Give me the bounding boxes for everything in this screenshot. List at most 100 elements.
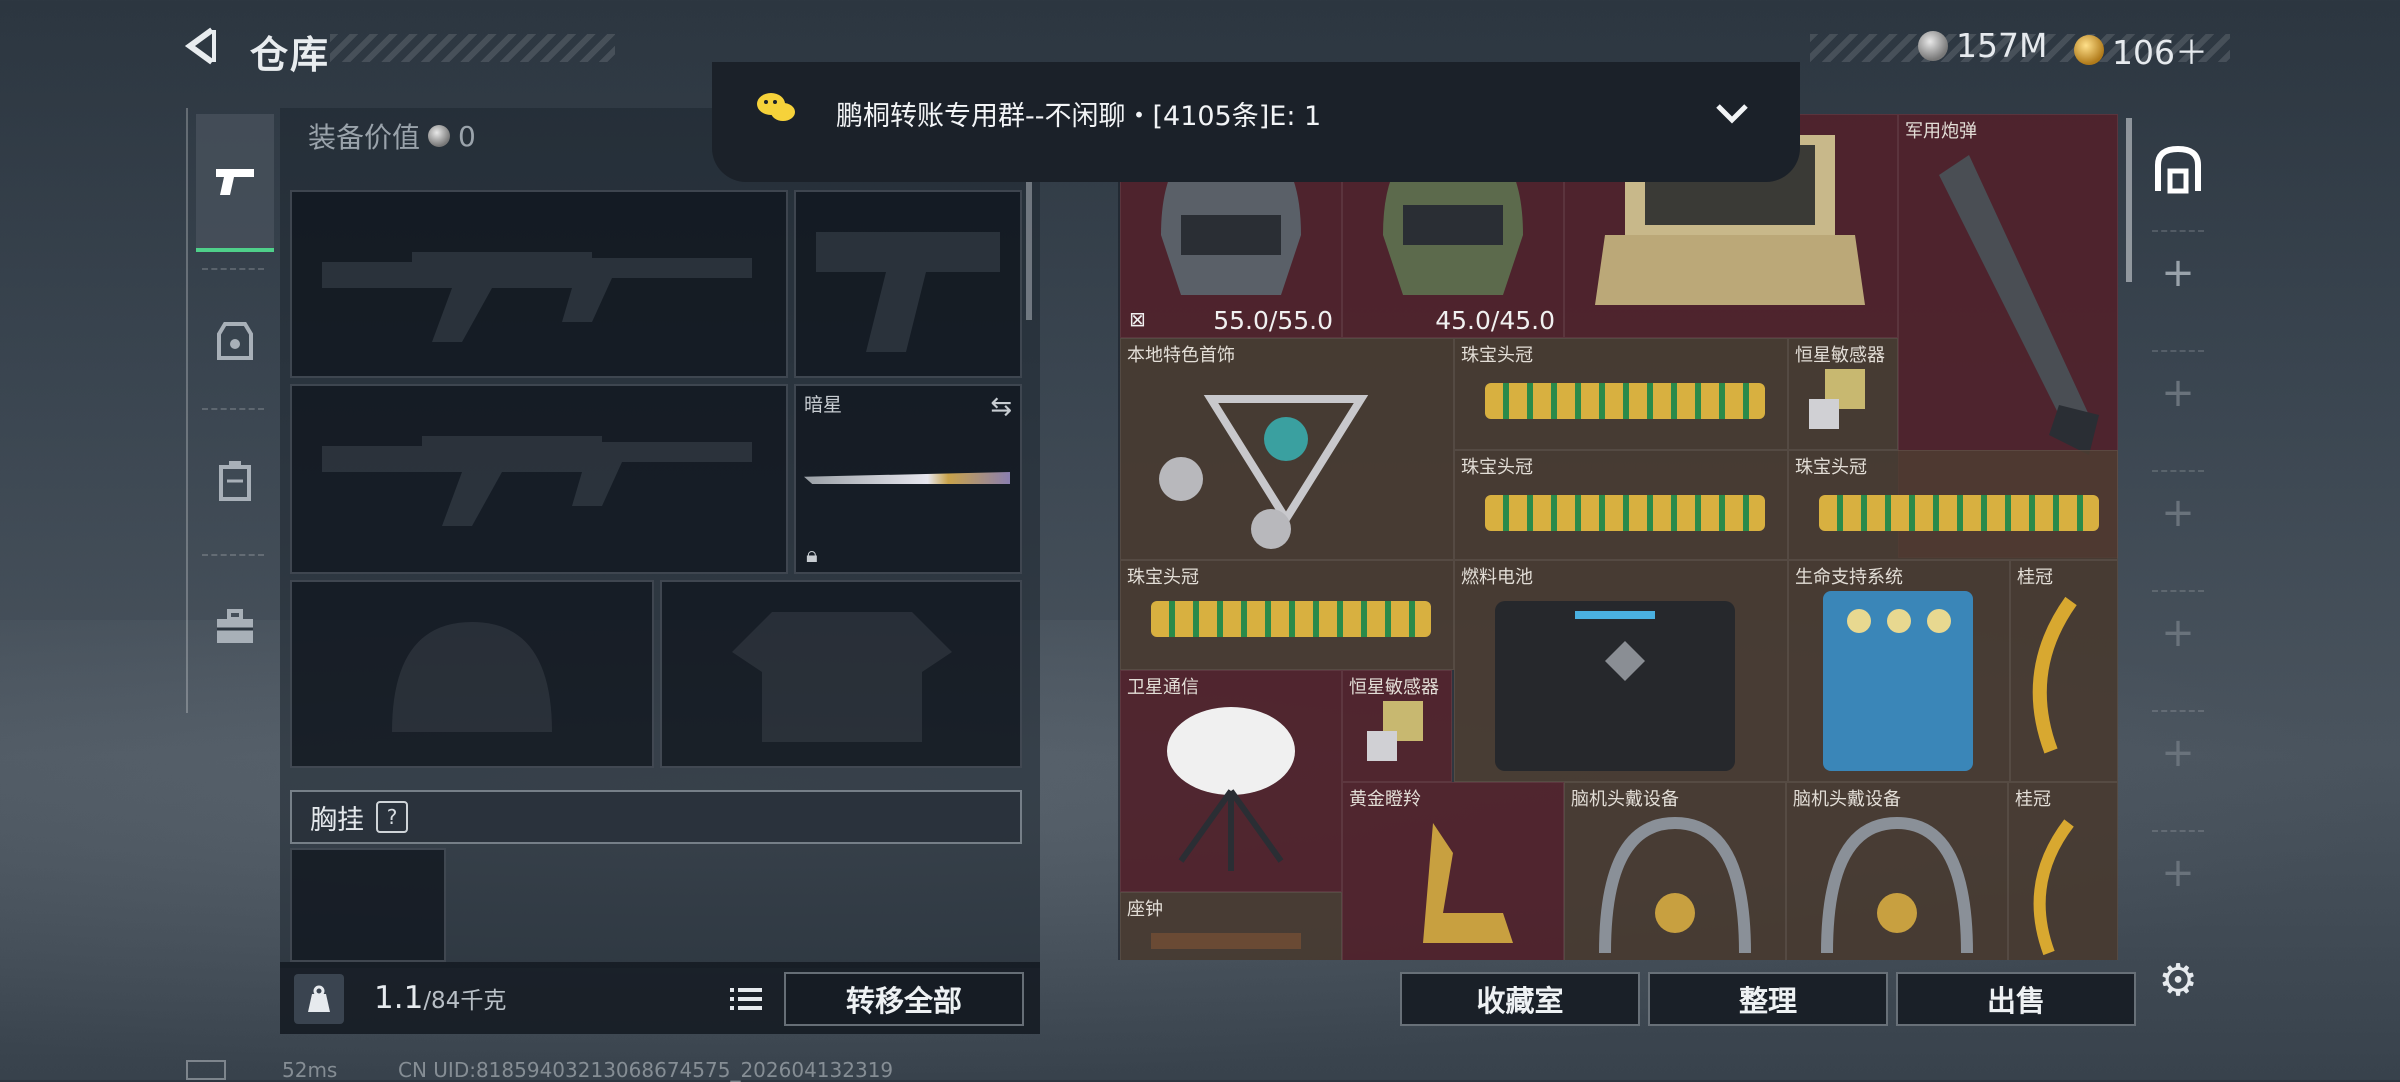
- item-label: 黄金瞪羚: [1349, 789, 1421, 810]
- item-label: 脑机头戴设备: [1571, 789, 1679, 810]
- equipment-value: 装备价值 0: [308, 116, 476, 156]
- vest-icon: [217, 322, 253, 360]
- add-page-button[interactable]: +: [2140, 838, 2216, 908]
- transfer-all-button[interactable]: 转移全部: [784, 972, 1024, 1026]
- satellite-dish-icon: [1167, 707, 1295, 871]
- stash-item-bci-headset[interactable]: 脑机头戴设备: [1564, 782, 1786, 960]
- crown-image: [1151, 601, 1431, 637]
- stash-item-gazelle[interactable]: 黄金瞪羚: [1342, 782, 1564, 960]
- tab-backpack[interactable]: [196, 414, 274, 548]
- stash-scrollbar[interactable]: [2126, 118, 2132, 282]
- item-label: 卫星通信: [1127, 677, 1199, 698]
- armor-silhouette-icon: [732, 612, 952, 742]
- secondary-weapon-slot[interactable]: [290, 384, 788, 574]
- wechat-icon: [756, 90, 796, 126]
- plus-icon: +: [2161, 370, 2195, 416]
- vault-icon: [2155, 145, 2201, 194]
- stash-item-clock[interactable]: 座钟: [1120, 892, 1342, 960]
- silver-coin-icon: [1918, 30, 1948, 61]
- add-page-button[interactable]: +: [2140, 358, 2216, 428]
- item-label: 恒星敏感器: [1795, 345, 1885, 366]
- item-label: 座钟: [1127, 899, 1163, 920]
- stash-item-fuel-cell[interactable]: 燃料电池: [1454, 560, 1788, 782]
- silver-coin-icon: [428, 125, 451, 147]
- stash-home-tab[interactable]: [2140, 114, 2216, 224]
- sell-button[interactable]: 出售: [1896, 972, 2136, 1026]
- item-label: 本地特色首饰: [1127, 345, 1235, 366]
- melee-slot[interactable]: 暗星 ⇆ 🔒︎: [794, 384, 1022, 574]
- add-page-button[interactable]: +: [2140, 238, 2216, 308]
- organize-button[interactable]: 整理: [1648, 972, 1888, 1026]
- back-arrow-icon[interactable]: [182, 24, 226, 68]
- chevron-down-icon[interactable]: [1710, 94, 1754, 130]
- briefcase-icon: [217, 609, 253, 643]
- stash-item-jewelry[interactable]: 本地特色首饰: [1120, 338, 1454, 560]
- body-armor-slot[interactable]: [660, 580, 1022, 768]
- currency-silver[interactable]: 157M: [1918, 26, 2047, 65]
- stash-item-crown[interactable]: 珠宝头冠: [1454, 450, 1788, 560]
- stash-item-laurel[interactable]: 桂冠: [2010, 560, 2118, 782]
- weight-readout: 1.1/84千克: [374, 980, 506, 1016]
- currency-gold[interactable]: 106＋: [2074, 26, 2208, 74]
- gold-coin-icon: [2074, 35, 2104, 65]
- item-label: 燃料电池: [1461, 567, 1533, 588]
- notification-text: 鹏桐转账专用群--不闲聊・[4105条]E: 1: [836, 101, 1322, 132]
- plus-icon: +: [2161, 610, 2195, 656]
- stash-item-star-sensor[interactable]: 恒星敏感器: [1342, 670, 1452, 782]
- stash-item-life-support[interactable]: 生命支持系统: [1788, 560, 2010, 782]
- item-label: 桂冠: [2015, 789, 2051, 810]
- equipment-scrollbar[interactable]: [1026, 180, 1032, 320]
- weight-icon: [294, 974, 344, 1024]
- item-label: 珠宝头冠: [1461, 345, 1533, 366]
- stash-item-crown[interactable]: 珠宝头冠: [1788, 450, 2118, 560]
- rifle-silhouette-icon: [322, 252, 752, 342]
- laurel-icon: [2032, 596, 2077, 754]
- currency-silver-value: 157M: [1956, 26, 2048, 65]
- item-label: 珠宝头冠: [1127, 567, 1199, 588]
- ornament-icon: [1159, 395, 1369, 549]
- stash-item-star-sensor[interactable]: 恒星敏感器: [1788, 338, 1898, 450]
- crown-image: [1819, 495, 2099, 531]
- currency-gold-value: 106＋: [2112, 33, 2208, 72]
- item-label: 军用炮弹: [1905, 121, 1977, 142]
- weight-current: 1.1: [374, 980, 424, 1016]
- crown-image: [1485, 495, 1765, 531]
- pistol-slot[interactable]: [794, 190, 1022, 378]
- stash-item-laurel[interactable]: 桂冠: [2008, 782, 2118, 960]
- tab-armor[interactable]: [196, 274, 274, 408]
- helmet-slot[interactable]: [290, 580, 654, 768]
- add-page-button[interactable]: +: [2140, 598, 2216, 668]
- stash-item-crown[interactable]: 珠宝头冠: [1120, 560, 1454, 670]
- helmet-silhouette-icon: [392, 622, 552, 732]
- plus-icon: +: [2161, 730, 2195, 776]
- category-sidebar: [186, 108, 278, 713]
- swap-icon[interactable]: ⇆: [990, 392, 1012, 422]
- helmet-2-durability: 45.0/45.0: [1435, 306, 1555, 335]
- chest-rig-slot[interactable]: [290, 848, 446, 962]
- plus-icon: +: [2161, 850, 2195, 896]
- handgun-silhouette-icon: [816, 232, 1000, 352]
- stash-item-bci-headset[interactable]: 脑机头戴设备: [1786, 782, 2008, 960]
- knife-image: [804, 472, 1010, 484]
- clock-image: [1151, 933, 1301, 949]
- stash-page-rail: + + + + + +: [2140, 114, 2216, 960]
- help-icon[interactable]: ?: [376, 801, 408, 833]
- add-page-button[interactable]: +: [2140, 718, 2216, 788]
- add-page-button[interactable]: +: [2140, 478, 2216, 548]
- battery-icon: [1495, 601, 1735, 771]
- collection-button[interactable]: 收藏室: [1400, 972, 1640, 1026]
- item-label: 珠宝头冠: [1795, 457, 1867, 478]
- plus-icon: +: [2161, 490, 2195, 536]
- stash-item-crown[interactable]: 珠宝头冠: [1454, 338, 1788, 450]
- chest-rig-header[interactable]: 胸挂 ?: [290, 790, 1022, 844]
- list-icon[interactable]: [722, 978, 770, 1020]
- weight-max: /84千克: [423, 988, 507, 1014]
- rifle-silhouette-icon: [322, 436, 752, 526]
- item-label: 生命支持系统: [1795, 567, 1903, 588]
- equipment-value-amount: 0: [458, 119, 476, 153]
- tab-briefcase[interactable]: [196, 560, 274, 694]
- stash-item-satellite[interactable]: 卫星通信: [1120, 670, 1342, 892]
- primary-weapon-slot[interactable]: [290, 190, 788, 378]
- tab-weapons[interactable]: [196, 114, 274, 252]
- settings-gear-icon[interactable]: ⚙: [2150, 952, 2206, 1008]
